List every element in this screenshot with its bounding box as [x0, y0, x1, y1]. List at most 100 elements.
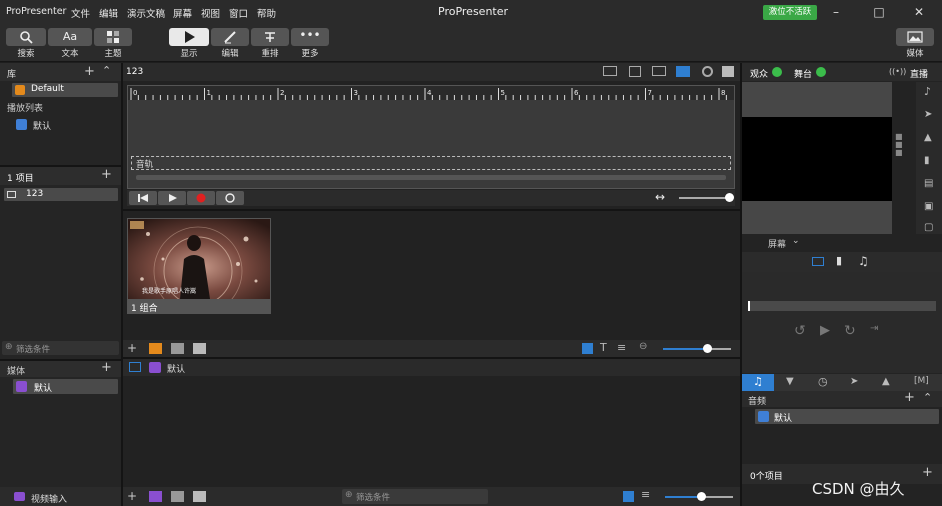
- library-item-default[interactable]: Default: [12, 83, 118, 97]
- media-group-icon[interactable]: [149, 491, 162, 502]
- close-icon[interactable]: ✕: [909, 4, 929, 20]
- add-audio-item-icon[interactable]: +: [922, 465, 933, 480]
- reflow-button[interactable]: [251, 28, 289, 46]
- timeline-scrollbar[interactable]: [136, 175, 726, 180]
- settings-icon[interactable]: [702, 66, 713, 77]
- collapse-chevron-icon[interactable]: ⌃: [923, 391, 932, 404]
- filter-field-bottom[interactable]: ⊕ 筛选条件: [342, 489, 488, 504]
- slide-thumbnail[interactable]: 我是歌手原唱人许嵩 1 组合: [127, 218, 271, 314]
- search-label: 搜索: [17, 49, 35, 59]
- clear-icon[interactable]: ▢: [924, 222, 933, 233]
- app-menu[interactable]: ProPresenter: [6, 6, 66, 17]
- menu-view[interactable]: 视图: [201, 6, 220, 20]
- sidebar-toggle-icon[interactable]: [129, 362, 141, 372]
- theme-button[interactable]: [94, 28, 132, 46]
- playlist-item-default[interactable]: 默认: [16, 117, 116, 132]
- presentation-title: 123: [126, 67, 144, 77]
- activation-badge[interactable]: 激位不活跃: [763, 5, 817, 20]
- more-button[interactable]: •••: [291, 28, 329, 46]
- checker-icon[interactable]: [171, 343, 184, 354]
- add-audio-icon[interactable]: +: [904, 390, 915, 405]
- arrangement-icon[interactable]: [603, 66, 617, 76]
- audio-progress-bar[interactable]: [748, 301, 936, 311]
- checker-icon[interactable]: [171, 491, 184, 502]
- fullscreen-play-icon[interactable]: [722, 66, 734, 77]
- music-note-icon[interactable]: ♪: [924, 85, 931, 98]
- audio-track[interactable]: 音轨: [131, 156, 731, 170]
- audio-tab-icon[interactable]: ♫: [858, 254, 869, 268]
- record-button[interactable]: [187, 191, 215, 205]
- maximize-icon[interactable]: □: [869, 4, 889, 20]
- skip-to-end-icon[interactable]: ⇥: [870, 323, 878, 334]
- rewind-icon[interactable]: ↺: [794, 323, 806, 339]
- macro-icon[interactable]: [M]: [914, 376, 929, 386]
- grid-view-icon[interactable]: [623, 491, 634, 502]
- timer-icon[interactable]: ◷: [818, 375, 828, 388]
- item-row-123[interactable]: 123: [4, 188, 118, 201]
- menu-file[interactable]: 文件: [71, 6, 90, 20]
- add-media-icon[interactable]: +: [101, 360, 112, 375]
- zoom-width-icon: ↔: [655, 190, 666, 204]
- audio-item-default[interactable]: 默认: [755, 409, 939, 424]
- media-footer: + ⊕ 筛选条件 ≡: [123, 487, 740, 506]
- screen-selector[interactable]: 屏幕 ⌄: [742, 235, 916, 250]
- add-item-icon[interactable]: +: [101, 167, 112, 182]
- screen-tab-icon[interactable]: [812, 257, 824, 266]
- timeline-icon[interactable]: [652, 66, 666, 76]
- show-button[interactable]: [169, 28, 209, 46]
- slide-zoom-slider[interactable]: [663, 344, 731, 353]
- zoom-out-icon[interactable]: ⊖: [639, 341, 647, 352]
- send-icon[interactable]: ➤: [850, 376, 858, 387]
- media-zoom-slider[interactable]: [665, 492, 733, 501]
- add-library-icon[interactable]: +: [84, 64, 95, 79]
- text-view-icon[interactable]: T: [600, 341, 607, 354]
- menu-edit[interactable]: 编辑: [99, 6, 118, 20]
- layers-icon[interactable]: ▲: [924, 132, 932, 143]
- slider-handle[interactable]: [703, 344, 712, 353]
- slider-handle[interactable]: [725, 193, 734, 202]
- search-button[interactable]: [6, 28, 46, 46]
- add-media-item-icon[interactable]: +: [127, 489, 137, 503]
- rewind-button[interactable]: [129, 191, 157, 205]
- audio-play-icon[interactable]: ▶: [820, 323, 830, 338]
- list-view-icon[interactable]: ≡: [617, 341, 626, 354]
- image-icon[interactable]: ▣: [924, 201, 933, 212]
- grid-view-icon[interactable]: [582, 343, 593, 354]
- timeline-zoom-slider[interactable]: [679, 193, 734, 202]
- layers-icon[interactable]: ▲: [882, 376, 890, 387]
- media-button[interactable]: [896, 28, 934, 46]
- clipboard-icon[interactable]: [629, 66, 641, 77]
- play-box-icon[interactable]: [193, 343, 206, 354]
- forward-icon[interactable]: ↻: [844, 323, 856, 339]
- collapse-chevron-icon[interactable]: ⌃: [102, 64, 111, 77]
- output-header: 观众 舞台 ((•)) 直播: [742, 63, 942, 81]
- slider-handle[interactable]: [697, 492, 706, 501]
- play-button[interactable]: [158, 191, 186, 205]
- media-item-default[interactable]: 默认: [13, 379, 118, 394]
- loop-button[interactable]: [216, 191, 244, 205]
- minimize-icon[interactable]: –: [826, 4, 846, 20]
- menu-screen[interactable]: 屏幕: [173, 6, 192, 20]
- menu-help[interactable]: 帮助: [257, 6, 276, 20]
- add-slide-icon[interactable]: +: [127, 341, 137, 355]
- megaphone-icon[interactable]: ▮: [924, 155, 930, 166]
- live-label[interactable]: 直播: [910, 67, 928, 80]
- subtitle-icon[interactable]: ▤: [924, 178, 933, 189]
- microphone-icon[interactable]: ▼: [786, 376, 794, 387]
- library-title: 库: [7, 70, 17, 80]
- filter-field-left[interactable]: ⊕ 筛选条件: [2, 341, 119, 355]
- announcement-tab-icon[interactable]: ▮: [836, 254, 842, 267]
- play-box-icon[interactable]: [193, 491, 206, 502]
- video-input-row[interactable]: 视频输入: [0, 487, 121, 506]
- menu-window[interactable]: 窗口: [229, 6, 248, 20]
- edit-button[interactable]: [211, 28, 249, 46]
- media-title: 媒体: [7, 367, 26, 377]
- list-view-icon[interactable]: ≡: [641, 488, 650, 501]
- menu-presentation[interactable]: 演示文稿: [127, 6, 165, 20]
- audio-bin-tab[interactable]: ♫: [742, 374, 774, 391]
- active-view-icon[interactable]: [676, 66, 690, 77]
- filter-search-icon: ⊕: [5, 342, 13, 352]
- send-icon[interactable]: ➤: [924, 109, 932, 120]
- group-icon[interactable]: [149, 343, 162, 354]
- text-button[interactable]: Aa: [48, 28, 92, 46]
